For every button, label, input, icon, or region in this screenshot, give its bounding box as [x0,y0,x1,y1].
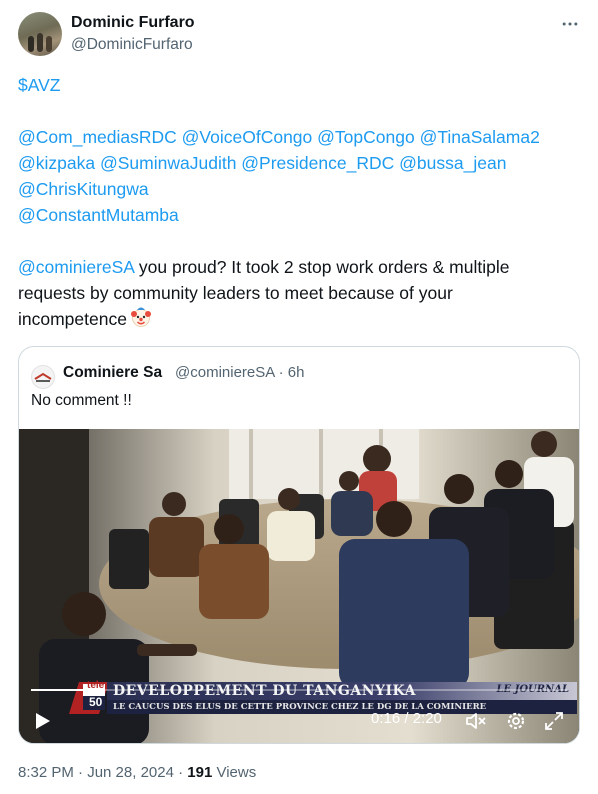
mention-link[interactable]: @TinaSalama2 [420,127,540,147]
mentions-line: @Com_mediasRDC @VoiceOfCongo @TopCongo @… [18,124,582,150]
mentions-line: @kizpaka @SuminwaJudith @Presidence_RDC … [18,150,582,176]
channel-logo-bottom: 50 [89,695,103,709]
tweet-text: $AVZ @Com_mediasRDC @VoiceOfCongo @TopCo… [18,72,582,332]
clown-face-icon [130,307,151,327]
news-banner: tele 50 DEVELOPPEMENT DU TANGANYIKA LE J… [51,680,577,717]
settings-gear-icon[interactable] [503,708,529,734]
author-name[interactable]: Dominic Furfaro [71,14,195,32]
mention-link[interactable]: @Com_mediasRDC [18,127,177,147]
video-progress-bar[interactable] [31,689,567,691]
video-time: 0:16 / 2:20 [371,710,442,727]
quoted-author-meta[interactable]: @cominiereSA · 6h [175,364,304,381]
play-icon[interactable] [29,708,55,734]
cominiere-logo-icon [34,372,52,382]
mention-link[interactable]: @Presidence_RDC [241,153,394,173]
quoted-tweet[interactable]: Cominiere Sa @cominiereSA · 6h No commen… [18,346,580,744]
mention-link[interactable]: @TopCongo [317,127,415,147]
tweet-footer: 8:32 PM · Jun 28, 2024 · 191 Views [18,764,256,781]
mention-link[interactable]: @ChrisKitungwa [18,179,149,199]
quoted-author-name[interactable]: Cominiere Sa [63,364,162,382]
video-progress-fill [31,689,93,691]
quoted-tweet-text: No comment !! [31,392,132,409]
tweet-timestamp[interactable]: 8:32 PM · Jun 28, 2024 · [18,764,187,781]
reply-mention-link[interactable]: @cominiereSA [18,257,134,277]
quoted-author-avatar [31,365,55,389]
muted-volume-icon[interactable] [463,708,489,734]
tweet-header: Dominic Furfaro @DominicFurfaro [18,12,580,60]
tweet-body-text: you proud? It took 2 stop work orders & … [134,257,510,277]
tweet-body-text: requests by community leaders to meet be… [18,283,453,303]
author-avatar[interactable] [18,12,62,56]
video-player[interactable]: tele 50 DEVELOPPEMENT DU TANGANYIKA LE J… [19,429,579,743]
author-handle[interactable]: @DominicFurfaro [71,36,193,54]
cashtag-link[interactable]: $AVZ [18,75,60,95]
mention-link[interactable]: @ConstantMutamba [18,205,179,225]
view-count: 191 [187,764,213,781]
more-options-icon[interactable] [560,14,580,34]
tweet-body-text: incompetence [18,309,127,329]
banner-title: DEVELOPPEMENT DU TANGANYIKA [113,683,417,699]
mention-link[interactable]: @bussa_jean [399,153,506,173]
views-label: Views [212,764,257,781]
mention-link[interactable]: @kizpaka [18,153,95,173]
mention-link[interactable]: @SuminwaJudith [100,153,236,173]
mention-link[interactable]: @VoiceOfCongo [182,127,313,147]
fullscreen-icon[interactable] [541,708,567,734]
